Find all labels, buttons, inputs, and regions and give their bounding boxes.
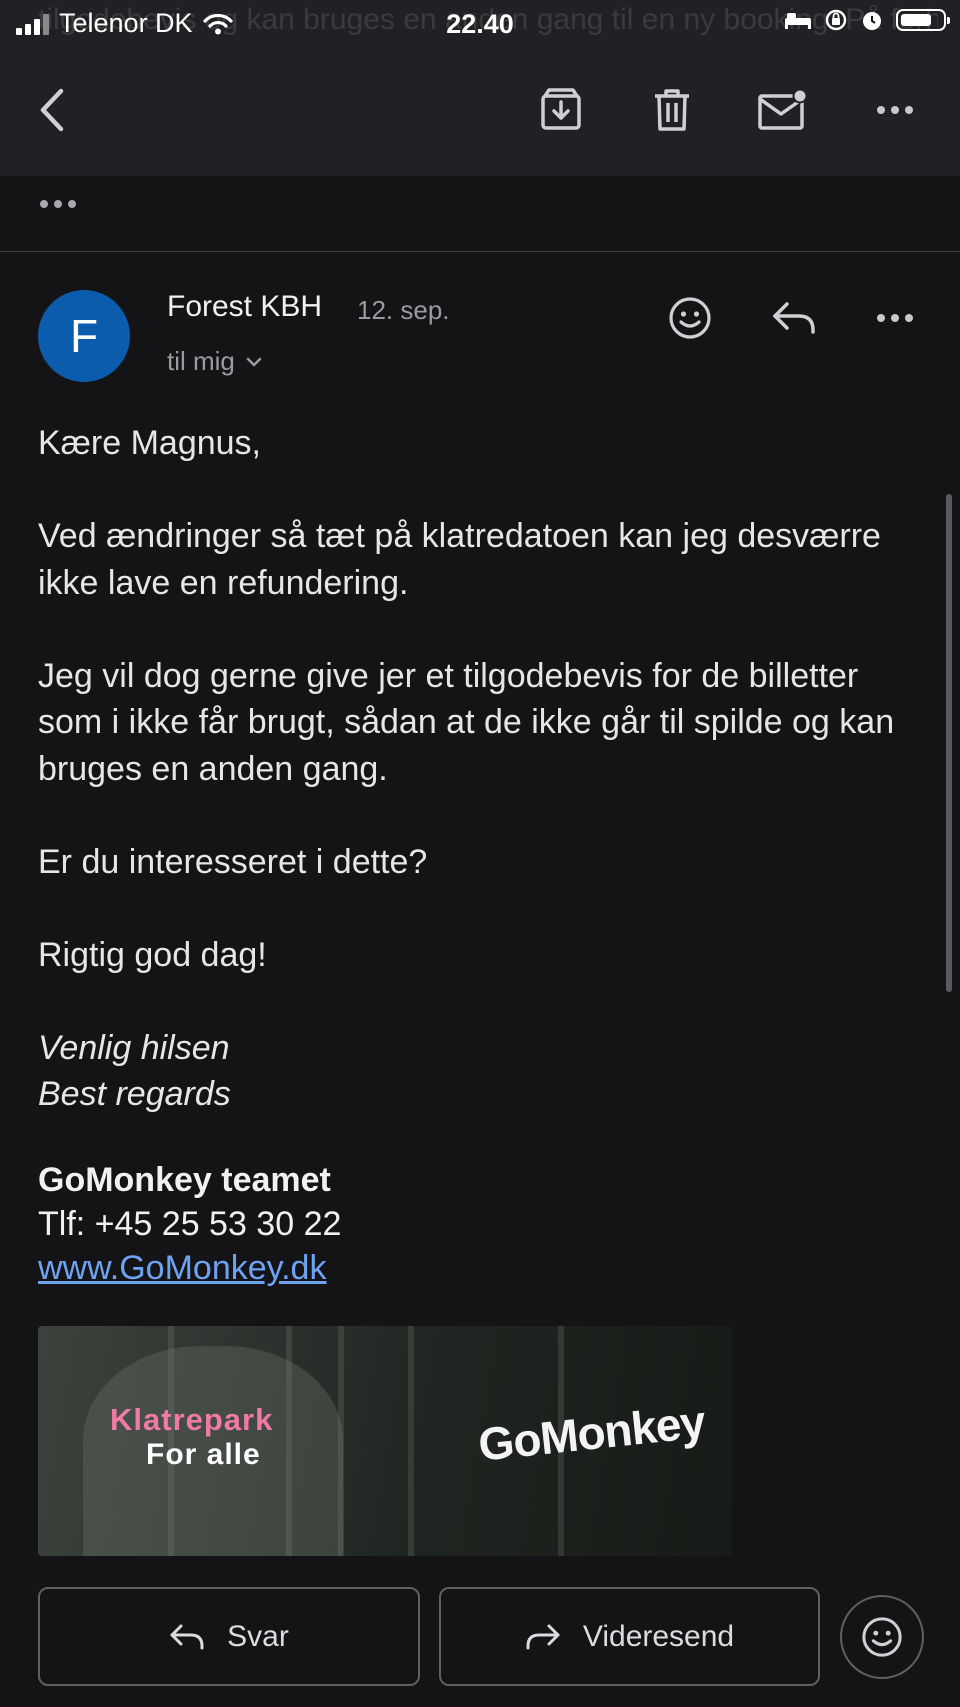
back-icon (40, 88, 64, 132)
archive-button[interactable] (533, 82, 589, 138)
reply-icon (170, 1624, 204, 1649)
archive-icon (541, 88, 581, 130)
reply-header-button[interactable] (764, 288, 824, 348)
recipient-details-toggle[interactable]: til mig (167, 346, 263, 377)
show-trimmed-content-button[interactable] (40, 200, 76, 208)
signature-phone: Tlf: +45 25 53 30 22 (38, 1205, 342, 1243)
mark-unread-icon (758, 88, 807, 130)
emoji-icon (862, 1617, 902, 1657)
body-paragraph: Jeg vil dog gerne give jer et tilgodebev… (38, 656, 895, 788)
email-date: 12. sep. (357, 295, 450, 325)
battery-icon (896, 9, 950, 31)
gomonkey-logo: GoMonkey (475, 1395, 708, 1471)
promo-banner-image[interactable]: Klatrepark For alle GoMonkey (38, 1326, 732, 1556)
emoji-icon (669, 297, 711, 339)
website-link[interactable]: www.GoMonkey.dk (38, 1246, 341, 1290)
body-paragraph: Er du interesseret i dette? (38, 842, 428, 881)
body-paragraph: Kære Magnus, (38, 424, 261, 462)
reply-icon (773, 302, 815, 334)
alarm-icon (863, 12, 881, 30)
closing-danish: Venlig hilsen (38, 1028, 230, 1067)
reply-button[interactable]: Svar (38, 1587, 420, 1686)
react-button[interactable] (660, 288, 720, 348)
banner-headline: Klatrepark (110, 1402, 274, 1437)
back-button[interactable] (24, 82, 80, 138)
scrollbar[interactable] (946, 494, 952, 992)
ellipsis-icon (40, 200, 76, 208)
delete-button[interactable] (644, 82, 700, 138)
avatar[interactable]: F (38, 290, 130, 382)
recipient-label: til mig (167, 346, 235, 376)
more-icon (877, 314, 913, 322)
bed-icon (785, 13, 811, 29)
message-more-button[interactable] (865, 288, 925, 348)
divider (0, 251, 960, 252)
trash-icon (655, 89, 689, 131)
forward-label: Videresend (582, 1619, 735, 1653)
closing-english: Best regards (38, 1075, 231, 1113)
signature: GoMonkey teamet Tlf: +45 25 53 30 22 www… (38, 1158, 341, 1290)
status-bar: Telenor DK 22.40 (0, 0, 960, 50)
toolbar: tilgodebevis og kan bruges en anden gang… (0, 0, 960, 176)
emoji-reaction-button[interactable] (840, 1595, 924, 1679)
banner-subline: For alle (146, 1438, 261, 1471)
chevron-down-icon (246, 357, 262, 367)
email-body: Kære Magnus, Ved ændringer så tæt på kla… (38, 420, 928, 1118)
forward-button[interactable]: Videresend (439, 1587, 820, 1686)
rotation-lock-icon (825, 9, 847, 31)
mark-unread-button[interactable] (754, 82, 810, 138)
body-paragraph: Rigtig god dag! (38, 935, 267, 974)
body-paragraph: Ved ændringer så tæt på klatredatoen kan… (38, 517, 881, 602)
more-icon (877, 106, 913, 114)
more-options-button[interactable] (867, 82, 923, 138)
sender-name[interactable]: Forest KBH (167, 290, 322, 324)
reply-label: Svar (227, 1619, 289, 1653)
signature-team: GoMonkey teamet (38, 1161, 331, 1199)
forward-icon (526, 1624, 560, 1649)
